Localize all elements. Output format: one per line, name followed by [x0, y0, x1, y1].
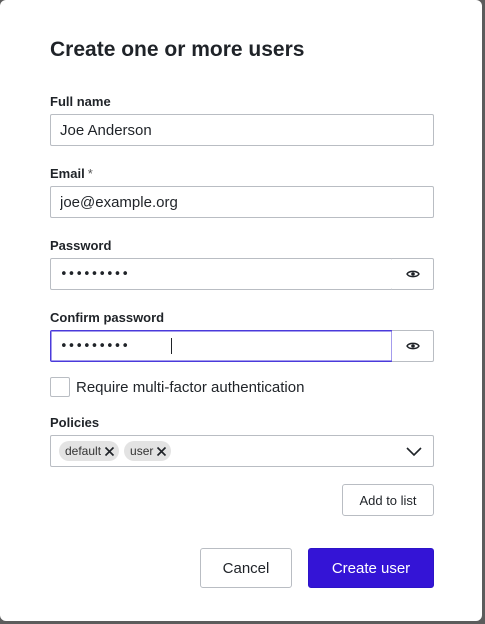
dialog-title: Create one or more users [50, 38, 305, 61]
eye-icon [405, 342, 420, 350]
text-caret [171, 338, 172, 354]
email-label: Email * [50, 166, 93, 181]
required-marker: * [87, 166, 93, 181]
mfa-checkbox[interactable] [50, 377, 70, 397]
remove-chip-button[interactable] [104, 446, 115, 457]
password-input[interactable] [50, 258, 393, 290]
email-label-text: Email [50, 166, 85, 181]
mfa-checkbox-row[interactable]: Require multi-factor authentication [50, 377, 304, 397]
full-name-label: Full name [50, 94, 111, 109]
chevron-down-icon [406, 447, 422, 457]
dropdown-toggle[interactable] [405, 444, 423, 463]
close-icon [104, 446, 115, 456]
mfa-checkbox-label: Require multi-factor authentication [76, 378, 305, 396]
policy-chip-user: user [124, 441, 172, 461]
email-input[interactable] [50, 186, 434, 218]
password-label: Password [50, 238, 112, 253]
eye-icon [405, 270, 420, 278]
confirm-password-input[interactable] [50, 330, 393, 362]
cancel-button[interactable]: Cancel [200, 548, 292, 588]
policies-label: Policies [50, 415, 100, 430]
policy-chip-label: user [130, 444, 154, 458]
confirm-password-wrapper [50, 330, 393, 362]
create-user-button[interactable]: Create user [308, 548, 434, 588]
close-icon [157, 446, 167, 456]
show-confirm-password-button[interactable] [392, 330, 434, 362]
create-users-dialog: Create one or more users Full name Email… [0, 0, 482, 621]
policy-chip-default: default [59, 441, 120, 461]
policies-select[interactable]: default user [50, 435, 434, 467]
confirm-password-label: Confirm password [50, 310, 165, 325]
policy-chip-label: default [65, 444, 102, 458]
add-to-list-button[interactable]: Add to list [342, 484, 434, 516]
show-password-button[interactable] [392, 258, 434, 290]
remove-chip-button[interactable] [156, 446, 167, 457]
full-name-input[interactable] [50, 114, 434, 146]
